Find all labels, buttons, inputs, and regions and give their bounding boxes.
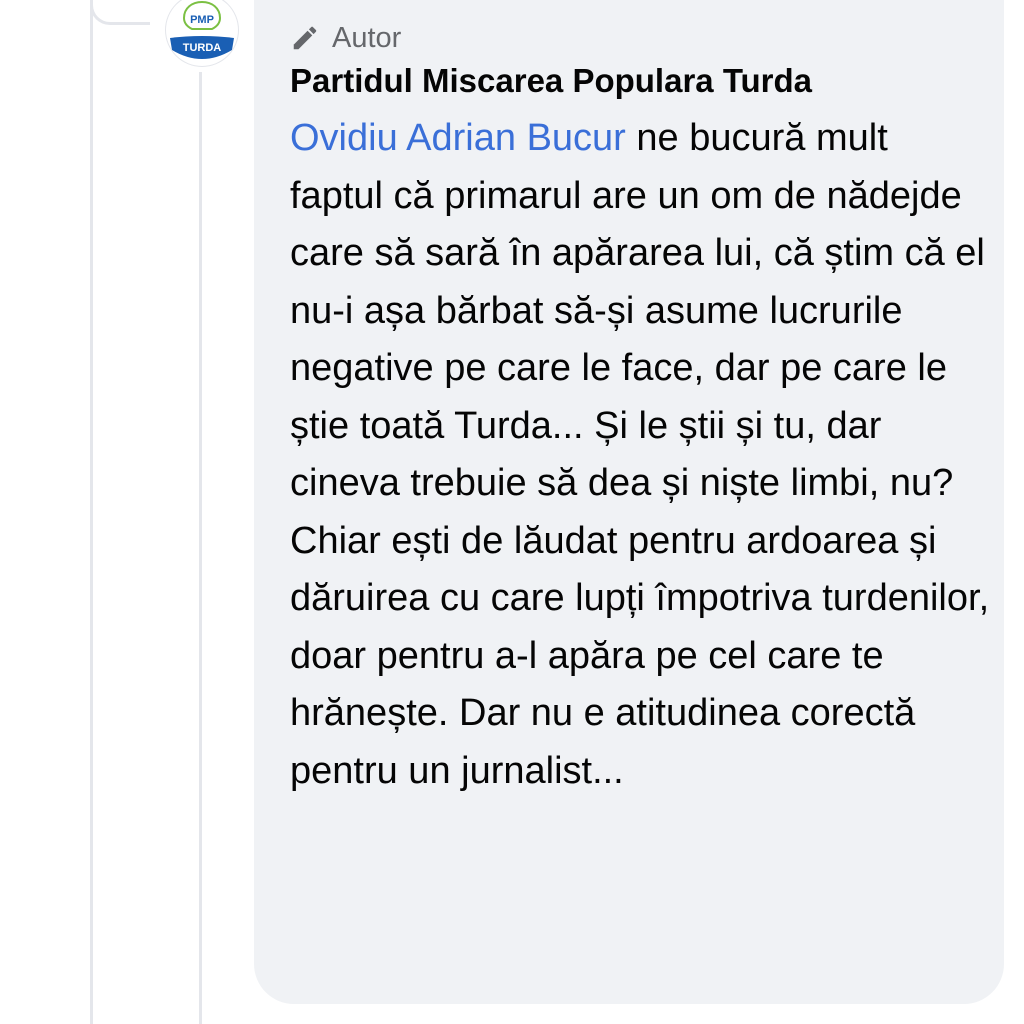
avatar[interactable]: PMP TURDA xyxy=(166,0,238,66)
comment-text: Ovidiu Adrian Bucur ne bucură mult faptu… xyxy=(290,110,990,800)
author-badge-label: Autor xyxy=(332,21,402,54)
thread-connector-curve xyxy=(90,0,150,25)
thread-connector-line xyxy=(90,0,93,1024)
comment-thread: PMP TURDA Autor Partidul Miscarea Popula… xyxy=(0,0,1024,1024)
avatar-top-text: PMP xyxy=(190,14,214,26)
avatar-bottom-text: TURDA xyxy=(183,42,222,54)
pmp-logo-icon: PMP TURDA xyxy=(167,0,237,65)
comment-body-text: ne bucură mult faptul că primarul are un… xyxy=(290,117,990,792)
author-badge: Autor xyxy=(290,18,984,58)
comment-bubble: Autor Partidul Miscarea Populara Turda O… xyxy=(254,0,1004,1004)
comment-author-name[interactable]: Partidul Miscarea Populara Turda xyxy=(290,60,984,102)
reply-connector-line xyxy=(199,72,202,1024)
pencil-icon xyxy=(293,26,317,50)
mention-link[interactable]: Ovidiu Adrian Bucur xyxy=(290,117,626,159)
